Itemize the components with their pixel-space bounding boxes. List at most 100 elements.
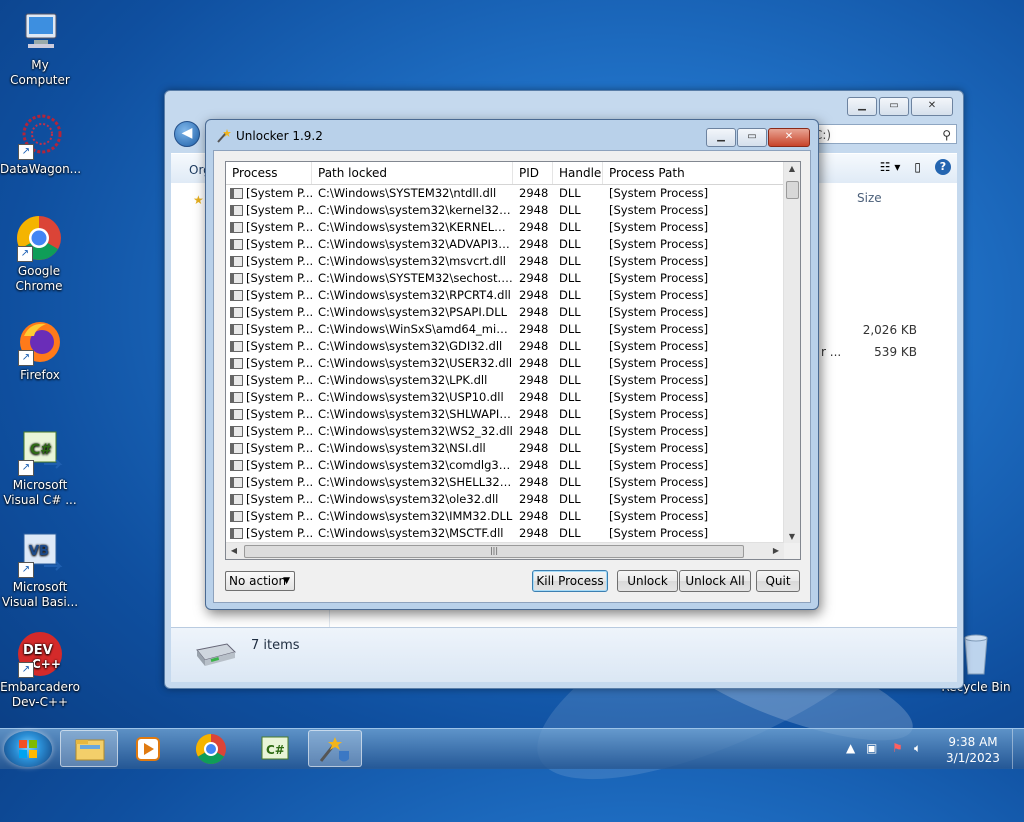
- computer-icon: [16, 8, 64, 56]
- column-header-pid[interactable]: PID: [513, 162, 553, 184]
- horizontal-scroll-thumb[interactable]: |||: [244, 545, 744, 558]
- minimize-button[interactable]: ▁: [706, 128, 736, 147]
- cell-pid: 2948: [519, 492, 549, 506]
- locked-handles-list[interactable]: Process Path locked PID Handle Process P…: [225, 161, 801, 560]
- cell-process: [System P...: [226, 338, 312, 355]
- cell-handle: DLL: [559, 526, 581, 540]
- cell-handle: DLL: [559, 390, 581, 404]
- cell-handle: DLL: [559, 305, 581, 319]
- scroll-right-icon[interactable]: ▶: [768, 546, 784, 555]
- firefox-icon: ↗: [16, 318, 64, 366]
- vertical-scroll-thumb[interactable]: [786, 181, 799, 199]
- cell-path: C:\Windows\system32\msvcrt.dll: [318, 254, 506, 268]
- desktop-icon-visual-csharp[interactable]: C# ↗ Microsoft Visual C# ...: [0, 428, 80, 508]
- table-row[interactable]: [System P... C:\Windows\system32\USP10.dl…: [226, 389, 784, 406]
- kill-process-button[interactable]: Kill Process: [532, 570, 608, 592]
- table-row[interactable]: [System P... C:\Windows\system32\GDI32.dl…: [226, 338, 784, 355]
- cell-process: [System P...: [226, 491, 312, 508]
- start-button[interactable]: [4, 731, 52, 767]
- scroll-left-icon[interactable]: ◀: [226, 546, 242, 555]
- taskbar-visual-csharp[interactable]: C#: [246, 730, 304, 767]
- table-row[interactable]: [System P... C:\Windows\SYSTEM32\ntdll.dl…: [226, 185, 784, 202]
- svg-text:VB: VB: [29, 544, 49, 559]
- unlocker-dialog[interactable]: Unlocker 1.9.2 ▁ ▭ ✕ Process Path locked…: [205, 119, 819, 610]
- table-row[interactable]: [System P... C:\Windows\system32\WS2_32.d…: [226, 423, 784, 440]
- cell-path: C:\Windows\SYSTEM32\ntdll.dll: [318, 186, 497, 200]
- desktop-icon-dev-cpp[interactable]: DEV C++ ↗ Embarcadero Dev-C++: [0, 630, 80, 710]
- table-row[interactable]: [System P... C:\Windows\WinSxS\amd64_micr…: [226, 321, 784, 338]
- preview-pane-icon[interactable]: ▯: [914, 160, 921, 174]
- desktop-icon-datawagon[interactable]: ↗ DataWagon...: [0, 112, 81, 177]
- unlock-button[interactable]: Unlock: [617, 570, 678, 592]
- action-select[interactable]: No action ▼: [225, 571, 295, 591]
- close-button[interactable]: ✕: [911, 97, 953, 116]
- column-header-path-locked[interactable]: Path locked: [312, 162, 513, 184]
- volume-icon[interactable]: 🔈︎: [914, 741, 921, 756]
- quit-button[interactable]: Quit: [756, 570, 800, 592]
- horizontal-scrollbar[interactable]: ◀ ||| ▶: [226, 542, 784, 559]
- scroll-down-icon[interactable]: ▼: [784, 532, 800, 541]
- close-button[interactable]: ✕: [768, 128, 810, 147]
- show-desktop-button[interactable]: [1012, 729, 1024, 769]
- table-row[interactable]: [System P... C:\Windows\system32\LPK.dll 2…: [226, 372, 784, 389]
- vertical-scrollbar[interactable]: ▲ ▼: [783, 162, 800, 543]
- list-header: Process Path locked PID Handle Process P…: [226, 162, 784, 185]
- desktop-icon-firefox[interactable]: ↗ Firefox: [0, 318, 80, 383]
- column-header-handle[interactable]: Handle: [553, 162, 603, 184]
- action-center-icon[interactable]: ⚑: [892, 741, 903, 755]
- show-hidden-icons-icon[interactable]: ▲: [846, 741, 855, 755]
- table-row[interactable]: [System P... C:\Windows\system32\SHLWAPI.…: [226, 406, 784, 423]
- chrome-icon: ↗: [15, 214, 63, 262]
- table-row[interactable]: [System P... C:\Windows\system32\RPCRT4.d…: [226, 287, 784, 304]
- cell-path: C:\Windows\system32\KERNELBASE.dll: [318, 220, 513, 234]
- visual-basic-icon: VB ↗: [16, 530, 64, 578]
- folder-icon: [75, 739, 105, 761]
- taskbar-media-player[interactable]: [120, 730, 178, 767]
- table-row[interactable]: [System P... C:\Windows\system32\PSAPI.DL…: [226, 304, 784, 321]
- maximize-button[interactable]: ▭: [737, 128, 767, 147]
- table-row[interactable]: [System P... C:\Windows\system32\SHELL32.…: [226, 474, 784, 491]
- cell-process-path: [System Process]: [609, 305, 709, 319]
- table-row[interactable]: [System P... C:\Windows\system32\comdlg32…: [226, 457, 784, 474]
- table-row[interactable]: [System P... C:\Windows\system32\ADVAPI32…: [226, 236, 784, 253]
- cell-handle: DLL: [559, 424, 581, 438]
- taskbar-unlocker[interactable]: [308, 730, 362, 767]
- table-row[interactable]: [System P... C:\Windows\system32\USER32.d…: [226, 355, 784, 372]
- clock-date: 3/1/2023: [946, 751, 1000, 765]
- desktop-icon-chrome[interactable]: ↗ Google Chrome: [0, 214, 78, 294]
- maximize-button[interactable]: ▭: [879, 97, 909, 116]
- search-input[interactable]: C:) ⚲: [807, 124, 957, 144]
- table-row[interactable]: [System P... C:\Windows\system32\msvcrt.d…: [226, 253, 784, 270]
- cell-process: [System P...: [226, 440, 312, 457]
- table-row[interactable]: [System P... C:\Windows\system32\kernel32…: [226, 202, 784, 219]
- network-icon[interactable]: ▣: [866, 741, 877, 755]
- back-button[interactable]: ◀: [174, 121, 200, 147]
- clock[interactable]: 9:38 AM 3/1/2023: [938, 734, 1008, 766]
- desktop-icon-visual-basic[interactable]: VB ↗ Microsoft Visual Basi...: [0, 530, 80, 610]
- cell-pid: 2948: [519, 373, 549, 387]
- help-icon[interactable]: ?: [935, 159, 951, 175]
- desktop-icon-my-computer[interactable]: My Computer: [0, 8, 80, 88]
- visual-csharp-icon: C# ↗: [16, 428, 64, 476]
- table-row[interactable]: [System P... C:\Windows\system32\IMM32.DL…: [226, 508, 784, 525]
- scroll-up-icon[interactable]: ▲: [784, 164, 800, 173]
- table-row[interactable]: [System P... C:\Windows\system32\MSCTF.dl…: [226, 525, 784, 542]
- column-header-process-path[interactable]: Process Path: [603, 162, 784, 184]
- search-icon: ⚲: [942, 128, 951, 142]
- column-header-process[interactable]: Process: [226, 162, 312, 184]
- unlock-all-button[interactable]: Unlock All: [679, 570, 751, 592]
- cell-process: [System P...: [226, 202, 312, 219]
- minimize-button[interactable]: ▁: [847, 97, 877, 116]
- table-row[interactable]: [System P... C:\Windows\system32\KERNELBA…: [226, 219, 784, 236]
- table-row[interactable]: [System P... C:\Windows\system32\ole32.dl…: [226, 491, 784, 508]
- view-options-icon[interactable]: ☷ ▾: [880, 160, 901, 174]
- taskbar-chrome[interactable]: [182, 730, 240, 767]
- table-row[interactable]: [System P... C:\Windows\system32\NSI.dll 2…: [226, 440, 784, 457]
- cell-process-path: [System Process]: [609, 373, 709, 387]
- size-column-header[interactable]: Size: [857, 191, 882, 205]
- cell-process: [System P...: [226, 372, 312, 389]
- cell-process: [System P...: [226, 321, 312, 338]
- table-row[interactable]: [System P... C:\Windows\SYSTEM32\sechost.…: [226, 270, 784, 287]
- cell-handle: DLL: [559, 339, 581, 353]
- taskbar-explorer[interactable]: [60, 730, 118, 767]
